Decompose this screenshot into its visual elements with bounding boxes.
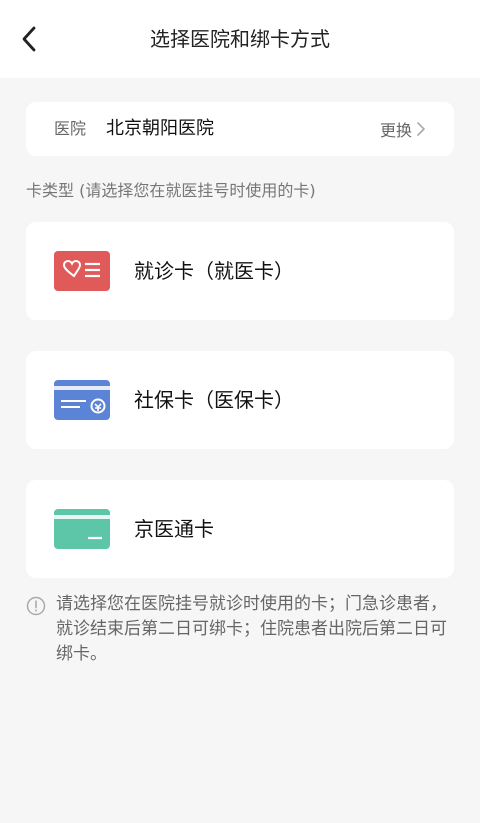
nav-bar: 选择医院和绑卡方式 (0, 0, 480, 78)
card-option-title: 就诊卡（就医卡） (134, 259, 294, 283)
jingyitong-card-icon (54, 509, 110, 549)
card-option-title: 社保卡（医保卡） (134, 388, 294, 412)
change-label: 更换 (379, 121, 412, 140)
visit-card-icon (54, 251, 110, 291)
hospital-selector: 医院 北京朝阳医院 更换 (26, 102, 454, 156)
card-option-social-security-card[interactable]: 社保卡（医保卡） (26, 351, 454, 449)
card-type-label: 卡类型 (请选择您在就医挂号时使用的卡) (26, 181, 316, 200)
notice-text: 请选择您在医院挂号就诊时使用的卡；门急诊患者，就诊结束后第二日可绑卡；住院患者出… (56, 594, 447, 664)
social-security-card-icon (54, 380, 110, 420)
card-option-title: 京医通卡 (134, 517, 214, 541)
chevron-right-icon (417, 122, 425, 136)
card-option-visit-card[interactable]: 就诊卡（就医卡） (26, 222, 454, 320)
hospital-label: 医院 (54, 119, 87, 138)
change-hospital-button[interactable]: 更换 (380, 102, 426, 156)
binding-notice: 请选择您在医院挂号就诊时使用的卡；门急诊患者，就诊结束后第二日可绑卡；住院患者出… (26, 592, 456, 667)
page-title: 选择医院和绑卡方式 (150, 27, 330, 51)
card-option-jingyitong-card[interactable]: 京医通卡 (26, 480, 454, 578)
hospital-name: 北京朝阳医院 (106, 118, 214, 139)
info-icon (26, 596, 46, 616)
